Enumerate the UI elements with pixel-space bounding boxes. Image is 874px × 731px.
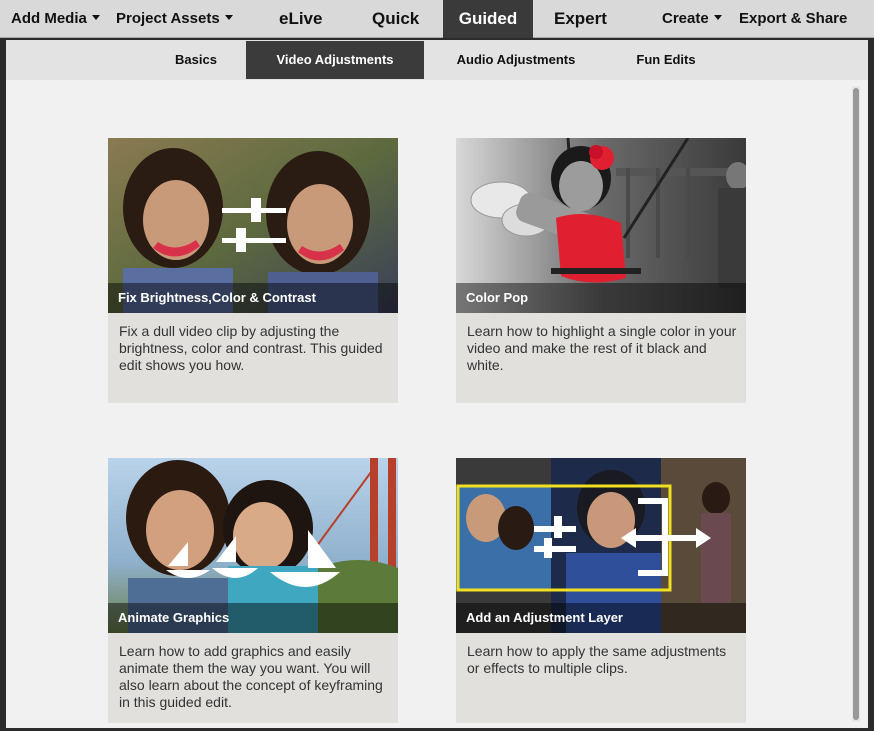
scrollbar-thumb[interactable] — [853, 88, 859, 720]
project-assets-menu[interactable]: Project Assets — [116, 0, 233, 38]
mode-tab-elive[interactable]: eLive — [279, 0, 322, 38]
create-label: Create — [662, 10, 709, 27]
export-share-menu[interactable]: Export & Share — [739, 0, 847, 38]
chevron-down-icon — [91, 14, 100, 20]
guided-card-color-pop[interactable]: Color Pop Learn how to highlight a singl… — [456, 138, 746, 403]
tab-fun-edits[interactable]: Fun Edits — [616, 41, 716, 79]
add-media-label: Add Media — [11, 10, 87, 27]
card-title: Fix Brightness,Color & Contrast — [108, 283, 398, 313]
card-description: Learn how to apply the same adjustments … — [467, 643, 727, 676]
card-description: Learn how to add graphics and easily ani… — [119, 643, 383, 710]
tab-video-adjustments[interactable]: Video Adjustments — [246, 41, 424, 79]
mode-tab-guided[interactable]: Guided — [443, 0, 533, 38]
chevron-down-icon — [224, 14, 233, 20]
guided-card-adjustment-layer[interactable]: Add an Adjustment Layer Learn how to app… — [456, 458, 746, 723]
color-pop-thumbnail: Color Pop — [456, 138, 746, 313]
mode-tab-quick[interactable]: Quick — [372, 0, 419, 38]
tab-audio-adjustments[interactable]: Audio Adjustments — [441, 41, 591, 79]
card-title: Animate Graphics — [108, 603, 398, 633]
fix-brightness-thumbnail: Fix Brightness,Color & Contrast — [108, 138, 398, 313]
chevron-down-icon — [713, 14, 722, 20]
create-menu[interactable]: Create — [662, 0, 722, 38]
adjustment-layer-thumbnail: Add an Adjustment Layer — [456, 458, 746, 633]
animate-graphics-thumbnail: Animate Graphics — [108, 458, 398, 633]
card-title: Add an Adjustment Layer — [456, 603, 746, 633]
guided-card-fix-brightness[interactable]: Fix Brightness,Color & Contrast Fix a du… — [108, 138, 398, 403]
mode-tab-expert[interactable]: Expert — [554, 0, 607, 38]
card-description: Fix a dull video clip by adjusting the b… — [119, 323, 383, 373]
guided-edits-panel: Fix Brightness,Color & Contrast Fix a du… — [6, 80, 868, 728]
project-assets-label: Project Assets — [116, 10, 220, 27]
add-media-menu[interactable]: Add Media — [11, 0, 100, 38]
card-title: Color Pop — [456, 283, 746, 313]
card-description: Learn how to highlight a single color in… — [467, 323, 737, 373]
guided-category-tabs: Basics Video Adjustments Audio Adjustmen… — [6, 40, 868, 80]
guided-card-animate-graphics[interactable]: Animate Graphics Learn how to add graphi… — [108, 458, 398, 723]
tab-basics[interactable]: Basics — [156, 41, 236, 79]
top-menu-bar: Add Media Project Assets eLive Quick Gui… — [0, 0, 874, 38]
